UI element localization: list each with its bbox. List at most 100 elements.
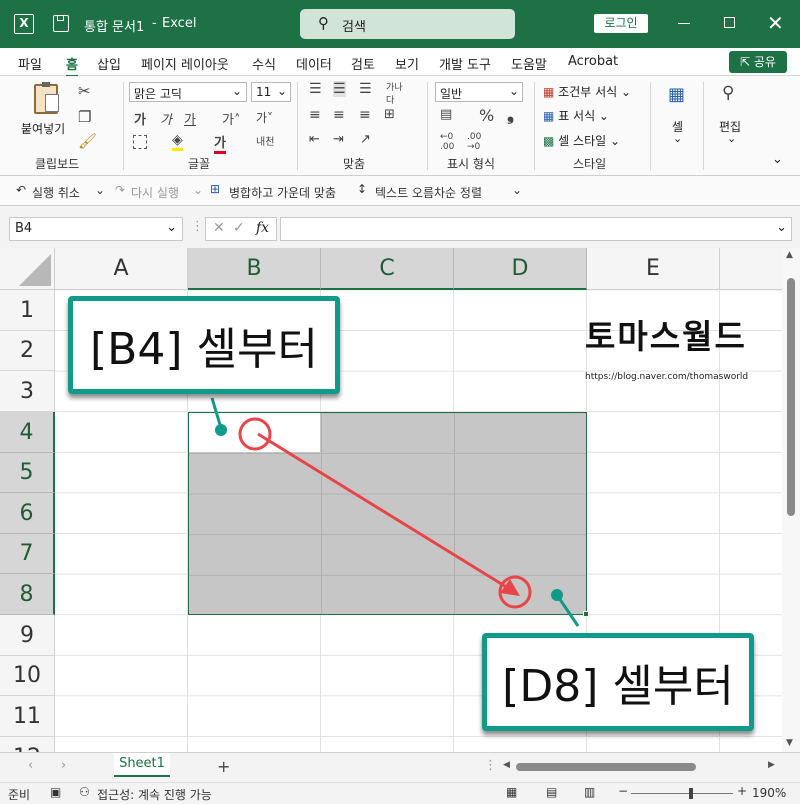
name-box[interactable]: B4 ⌄ <box>9 217 183 241</box>
macro-record-icon[interactable]: ▣ <box>50 785 61 799</box>
cancel-icon[interactable]: ✕ <box>213 220 225 236</box>
merge-cells-icon[interactable]: ⊞ <box>384 107 395 122</box>
menu-file[interactable]: 파일 <box>18 54 42 73</box>
accounting-icon[interactable]: ▤ <box>440 107 452 122</box>
cell-styles-button[interactable]: ▩ 셀 스타일 ⌄ <box>543 132 620 149</box>
horizontal-scroll-thumb[interactable] <box>516 763 696 771</box>
align-top-icon[interactable]: ☰ <box>309 81 322 97</box>
menu-home[interactable]: 홈 <box>66 54 78 77</box>
align-left-icon[interactable]: ≡ <box>309 107 321 123</box>
menu-insert[interactable]: 삽입 <box>97 54 121 73</box>
zoom-level[interactable]: 190% <box>752 786 786 800</box>
vertical-scrollbar[interactable]: ▲ ▼ <box>782 248 800 752</box>
align-right-icon[interactable]: ≡ <box>359 107 371 123</box>
format-painter-icon[interactable]: 🖌 <box>78 132 97 150</box>
minimize-button[interactable] <box>678 23 690 24</box>
decrease-font-icon[interactable]: 가˅ <box>256 109 273 126</box>
format-table-button[interactable]: ▦ 표 서식 ⌄ <box>543 107 609 124</box>
scroll-up-icon[interactable]: ▲ <box>786 250 793 260</box>
menu-help[interactable]: 도움말 <box>511 54 547 73</box>
undo-icon[interactable]: ↶ <box>16 183 26 197</box>
enter-icon[interactable]: ✓ <box>233 220 245 236</box>
ribbon-separator <box>703 82 704 170</box>
percent-icon[interactable]: % <box>479 106 494 125</box>
underline-icon[interactable]: 가 <box>184 109 196 128</box>
accessibility-icon[interactable]: ⚇ <box>79 785 90 799</box>
menu-formulas[interactable]: 수식 <box>252 54 276 73</box>
menu-review[interactable]: 검토 <box>351 54 375 73</box>
close-button[interactable]: ✕ <box>767 11 784 35</box>
save-icon[interactable] <box>53 15 69 32</box>
group-number: 표시 형식 <box>447 157 495 171</box>
border-icon[interactable] <box>133 135 147 149</box>
menu-page-layout[interactable]: 페이지 레이아웃 <box>141 54 229 73</box>
next-sheet-icon[interactable]: › <box>61 758 66 773</box>
accessibility-status[interactable]: 접근성: 계속 진행 가능 <box>97 786 212 803</box>
increase-decimal-icon[interactable]: ←0.00 <box>440 132 454 152</box>
phonetic-icon[interactable]: 내천 <box>256 133 274 148</box>
formula-input[interactable]: ⌄ <box>280 217 792 241</box>
search-box[interactable]: ⚲ 검색 <box>300 9 515 39</box>
redo-icon[interactable]: ↷ <box>115 183 125 197</box>
align-bottom-icon[interactable]: ☰ <box>359 81 372 97</box>
find-icon[interactable]: ⚲ <box>722 83 734 103</box>
comma-icon[interactable]: ❟ <box>507 104 514 125</box>
menu-acrobat[interactable]: Acrobat <box>568 54 618 69</box>
align-center-icon[interactable]: ≡ <box>333 107 345 123</box>
zoom-out-button[interactable]: − <box>618 784 628 798</box>
font-size-select[interactable]: 11 ⌄ <box>251 82 291 102</box>
scroll-thumb[interactable] <box>787 278 795 516</box>
login-button[interactable]: 로그인 <box>594 14 648 33</box>
scroll-right-icon[interactable]: ▶ <box>768 760 775 770</box>
page-break-view-icon[interactable]: ▥ <box>584 785 595 799</box>
italic-icon[interactable]: 가 <box>160 109 172 128</box>
increase-font-icon[interactable]: 가˄ <box>222 109 240 128</box>
menu-developer[interactable]: 개발 도구 <box>439 54 491 73</box>
scroll-down-icon[interactable]: ▼ <box>786 738 793 748</box>
conditional-format-button[interactable]: ▦ 조건부 서식 ⌄ <box>543 83 631 100</box>
merge-center-icon[interactable]: ⊞ <box>210 182 220 196</box>
zoom-slider-thumb[interactable] <box>689 788 693 799</box>
page-layout-view-icon[interactable]: ▤ <box>546 785 557 799</box>
normal-view-icon[interactable]: ▦ <box>506 785 517 799</box>
paste-icon[interactable] <box>34 82 59 114</box>
add-sheet-button[interactable]: + <box>217 757 230 776</box>
redo-label[interactable]: 다시 실행 <box>131 184 179 201</box>
group-alignment: 맞춤 <box>343 157 366 171</box>
sort-asc-icon[interactable]: ↕ <box>357 182 367 196</box>
customize-qat-icon[interactable]: ⌄ <box>512 183 522 197</box>
copy-icon[interactable]: ❐ <box>78 108 91 126</box>
number-format-select[interactable]: 일반 ⌄ <box>435 82 523 102</box>
bold-icon[interactable]: 가 <box>134 109 146 128</box>
wrap-text-icon[interactable]: 가나 다 <box>386 80 403 106</box>
increase-indent-icon[interactable]: ⇥ <box>333 132 344 147</box>
decrease-decimal-icon[interactable]: .00 →0 <box>467 132 481 152</box>
insert-function-icon[interactable]: fx <box>256 220 269 236</box>
zoom-in-button[interactable]: + <box>737 784 747 798</box>
conditional-format-icon: ▦ <box>543 85 555 99</box>
menu-view[interactable]: 보기 <box>395 54 419 73</box>
start-cell-circle <box>238 417 272 451</box>
align-middle-icon[interactable]: ☰ <box>333 81 346 97</box>
share-button[interactable]: ⇱ 공유 <box>729 51 787 73</box>
cut-icon[interactable]: ✂ <box>78 82 91 100</box>
sheet-tab-sheet1[interactable]: Sheet1 <box>114 753 170 777</box>
font-name-select[interactable]: 맑은 고딕 ⌄ <box>129 82 247 102</box>
undo-label[interactable]: 실행 취소 <box>32 184 80 201</box>
expand-formula-icon[interactable]: ⌄ <box>776 220 787 235</box>
prev-sheet-icon[interactable]: ‹ <box>28 758 33 773</box>
paste-label[interactable]: 붙여넣기 <box>21 120 65 137</box>
merge-center-label[interactable]: 병합하고 가운데 맞춤 <box>229 184 336 201</box>
cells-icon[interactable]: ▦ <box>668 84 685 105</box>
grid[interactable]: A B C D E 1 2 3 4 5 6 7 8 9 10 11 12 토마스… <box>0 248 782 752</box>
decrease-indent-icon[interactable]: ⇤ <box>309 132 320 147</box>
ribbon-collapse-icon[interactable]: ⌄ <box>772 152 783 167</box>
fill-color-icon[interactable]: ◈ <box>172 132 183 151</box>
font-color-icon[interactable]: 가 <box>214 132 226 154</box>
orientation-icon[interactable]: ↗ <box>360 132 371 147</box>
maximize-button[interactable] <box>724 17 735 28</box>
zoom-slider[interactable] <box>631 788 733 799</box>
sort-asc-label[interactable]: 텍스트 오름차순 정렬 <box>375 184 482 201</box>
scroll-left-icon[interactable]: ◀ <box>503 760 510 770</box>
menu-data[interactable]: 데이터 <box>296 54 332 73</box>
